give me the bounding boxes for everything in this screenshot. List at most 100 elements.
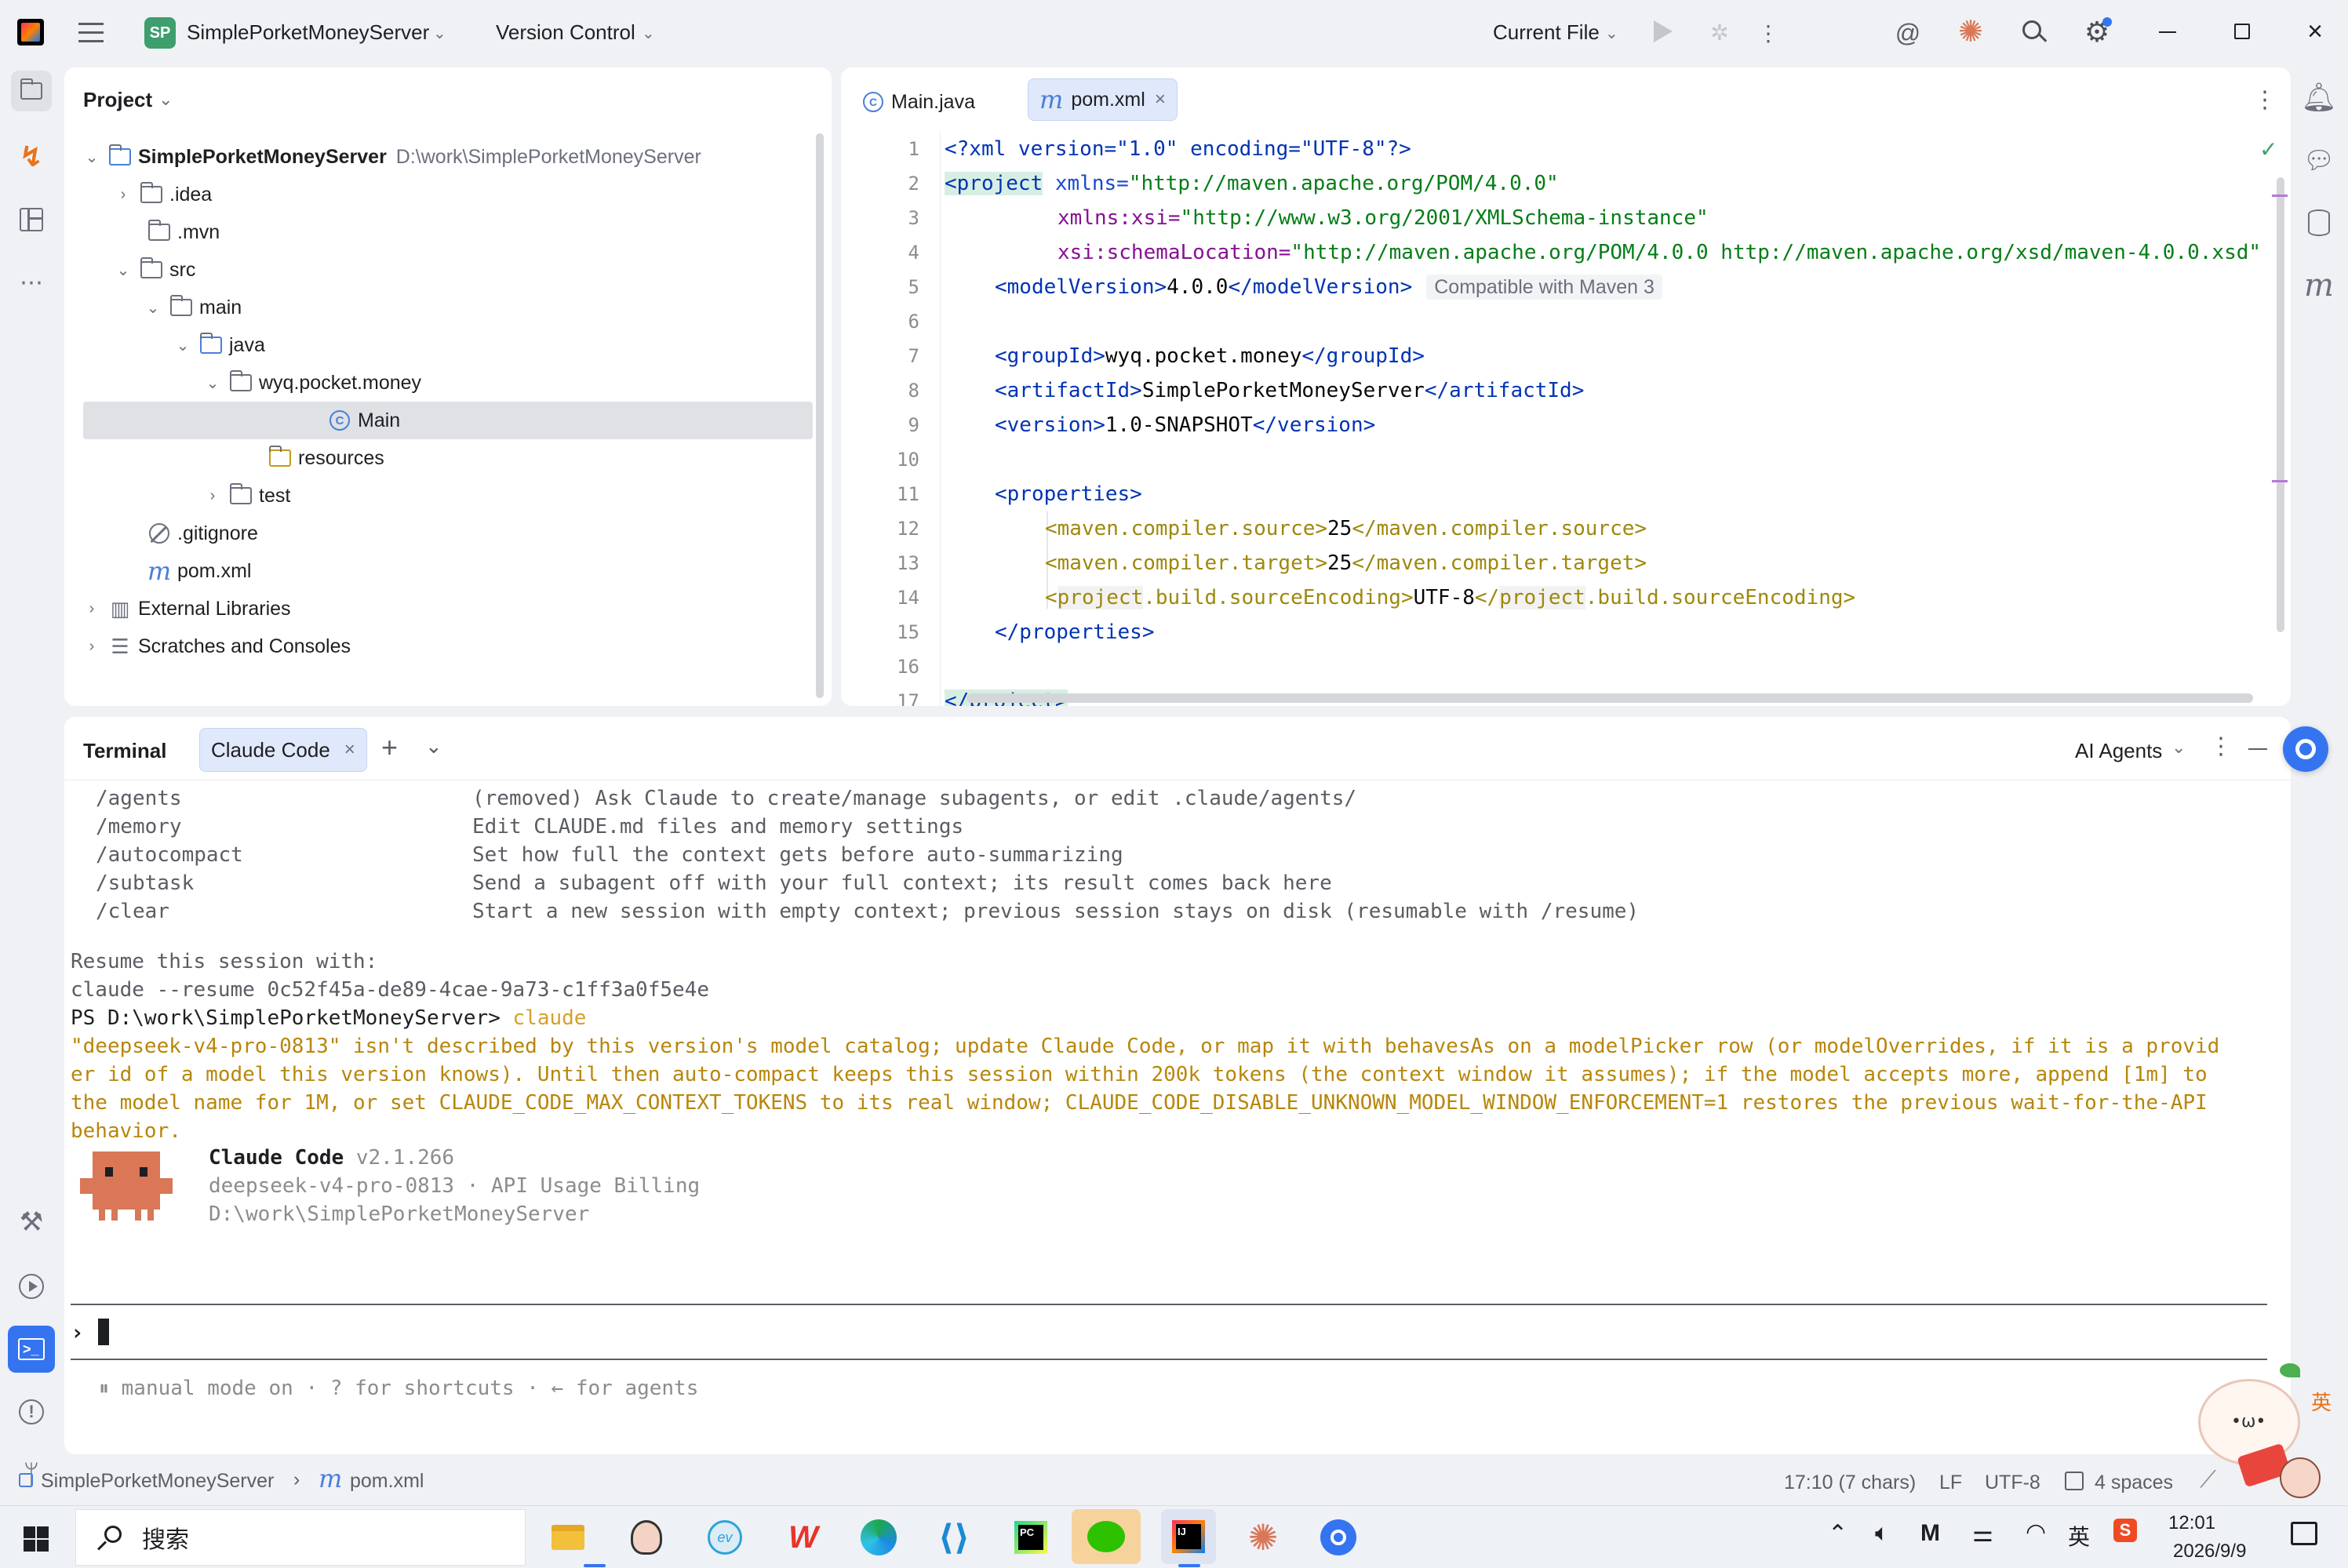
chevron-right-icon[interactable]: › bbox=[204, 487, 221, 504]
tray-chevron-up-icon[interactable]: ⌃ bbox=[1828, 1520, 1847, 1548]
ime-indicator[interactable]: 英 bbox=[2311, 1387, 2332, 1416]
minimize-icon[interactable] bbox=[2159, 31, 2176, 33]
chevron-down-icon[interactable]: ⌄ bbox=[83, 148, 100, 166]
maven-icon[interactable]: m bbox=[2299, 265, 2339, 306]
tree-item-test[interactable]: › test bbox=[64, 477, 849, 515]
tabs-dropdown-chevron-down-icon[interactable]: ⌄ bbox=[425, 734, 442, 759]
chevron-right-icon[interactable]: › bbox=[83, 638, 100, 655]
ai-tool-icon[interactable]: ↯ bbox=[11, 136, 52, 177]
chevron-right-icon[interactable]: › bbox=[83, 600, 100, 617]
tree-item-pom[interactable]: m pom.xml bbox=[64, 552, 849, 590]
services-run-icon[interactable] bbox=[11, 1266, 52, 1307]
ai-chat-icon[interactable]: 💬︎ bbox=[2299, 140, 2339, 180]
tree-item-gitignore[interactable]: .gitignore bbox=[64, 515, 849, 552]
editor-more-icon[interactable]: ⋮ bbox=[2253, 86, 2277, 114]
run-config-chevron-down-icon[interactable]: ⌄ bbox=[1605, 24, 1618, 43]
chevron-down-icon[interactable]: ⌄ bbox=[144, 299, 162, 317]
project-panel-title[interactable]: Project bbox=[83, 88, 152, 112]
edge-browser-icon[interactable] bbox=[855, 1514, 902, 1561]
project-tool-folder-icon[interactable] bbox=[11, 71, 52, 111]
ev-recorder-icon[interactable]: ev bbox=[701, 1514, 748, 1561]
main-menu-icon[interactable] bbox=[78, 20, 104, 42]
chevron-down-icon[interactable]: ⌄ bbox=[115, 261, 132, 279]
terminal-tab-claude-code[interactable]: Claude Code × bbox=[199, 728, 367, 772]
caret-position[interactable]: 17:10 (7 chars) bbox=[1784, 1472, 1916, 1494]
tree-item-package[interactable]: ⌄ wyq.pocket.money bbox=[64, 364, 849, 402]
tree-item-external-libraries[interactable]: › ▥ External Libraries bbox=[64, 590, 849, 628]
database-icon[interactable] bbox=[2299, 202, 2339, 243]
restore-icon[interactable] bbox=[2234, 24, 2250, 39]
vcs-chevron-down-icon[interactable]: ⌄ bbox=[642, 24, 655, 43]
tree-item-main[interactable]: ⌄ main bbox=[64, 289, 849, 326]
notification-center-icon[interactable] bbox=[2291, 1522, 2317, 1545]
file-encoding[interactable]: UTF-8 bbox=[1985, 1472, 2040, 1494]
code-area[interactable]: <?xml version="1.0" encoding="UTF-8"?> <… bbox=[945, 132, 2278, 706]
close-tab-icon[interactable]: × bbox=[344, 739, 355, 761]
ai-assistant-icon[interactable]: @ bbox=[1892, 17, 1924, 49]
terminal-title[interactable]: Terminal bbox=[83, 739, 166, 763]
editor-horizontal-scrollbar[interactable] bbox=[967, 693, 2253, 703]
run-config-selector[interactable]: Current File bbox=[1493, 20, 1600, 45]
editor-tab-main-java[interactable]: C Main.java bbox=[863, 82, 975, 122]
tree-item-mvn[interactable]: .mvn bbox=[64, 213, 849, 251]
build-hammer-icon[interactable]: ⚒ bbox=[11, 1202, 52, 1242]
line-separator[interactable]: LF bbox=[1939, 1472, 1962, 1494]
editor-tab-pom-xml[interactable]: m pom.xml × bbox=[1028, 78, 1178, 121]
windows-start-icon[interactable] bbox=[24, 1526, 49, 1552]
clock-date[interactable]: 2026/9/9 bbox=[2173, 1541, 2246, 1563]
tree-item-src[interactable]: ⌄ src bbox=[64, 251, 849, 289]
notifications-bell-icon[interactable]: 🔔︎ bbox=[2299, 77, 2339, 118]
project-view-chevron-down-icon[interactable]: ⌄ bbox=[158, 89, 173, 110]
terminal-tool-icon[interactable]: >_ bbox=[8, 1326, 55, 1373]
wifi-icon[interactable]: ◠ bbox=[2026, 1519, 2046, 1546]
volume-icon[interactable]: 🔈︎ bbox=[1875, 1520, 1889, 1547]
avatar-app-icon[interactable] bbox=[623, 1514, 670, 1561]
indent-settings[interactable]: 4 spaces bbox=[2095, 1472, 2173, 1494]
more-tools-icon[interactable]: ⋯ bbox=[11, 262, 52, 303]
intellij-logo-icon[interactable] bbox=[17, 19, 44, 45]
project-name[interactable]: SimplePorketMoneyServer bbox=[187, 20, 429, 45]
new-tab-plus-icon[interactable]: + bbox=[381, 731, 398, 764]
ai-agents-selector[interactable]: AI Agents bbox=[2075, 739, 2162, 763]
project-chevron-down-icon[interactable]: ⌄ bbox=[433, 24, 446, 43]
search-icon[interactable] bbox=[2021, 19, 2048, 45]
tree-item-resources[interactable]: resources bbox=[64, 439, 849, 477]
clock-time[interactable]: 12:01 bbox=[2168, 1512, 2215, 1534]
tree-item-main-class[interactable]: C Main bbox=[83, 402, 813, 439]
structure-tool-icon[interactable] bbox=[11, 199, 52, 240]
tree-item-root[interactable]: ⌄ SimplePorketMoneyServer D:\work\Simple… bbox=[64, 138, 849, 176]
chevron-down-icon[interactable]: ⌄ bbox=[174, 337, 191, 355]
wechat-icon[interactable] bbox=[1072, 1509, 1141, 1564]
close-window-icon[interactable]: × bbox=[2303, 16, 2327, 46]
problems-icon[interactable]: ! bbox=[11, 1392, 52, 1432]
ime-mode-icon[interactable]: 英 bbox=[2068, 1520, 2090, 1552]
pycharm-icon[interactable]: PC bbox=[1007, 1514, 1054, 1561]
claude-icon[interactable]: ✺ bbox=[1955, 16, 1986, 49]
hide-panel-minimize-icon[interactable] bbox=[2248, 748, 2267, 750]
vscode-icon[interactable]: ⟨⟩ bbox=[930, 1514, 977, 1561]
tree-item-idea[interactable]: › .idea bbox=[64, 176, 849, 213]
intellij-taskbar-icon[interactable]: IJ bbox=[1161, 1509, 1216, 1564]
chevron-right-icon[interactable]: › bbox=[115, 186, 132, 203]
sogou-ime-icon[interactable]: S bbox=[2113, 1519, 2137, 1542]
tree-item-scratches[interactable]: › ☰ Scratches and Consoles bbox=[64, 628, 849, 665]
more-actions-icon[interactable]: ⋮ bbox=[1757, 17, 1779, 49]
file-explorer-icon[interactable] bbox=[544, 1514, 592, 1561]
close-tab-icon[interactable]: × bbox=[1155, 89, 1166, 111]
ai-agent-floating-button[interactable] bbox=[2283, 726, 2328, 772]
tray-sliders-icon[interactable]: ⚌ bbox=[1972, 1520, 1993, 1548]
project-scrollbar[interactable] bbox=[816, 133, 824, 698]
terminal-more-icon[interactable]: ⋮ bbox=[2209, 733, 2233, 760]
ai-agents-chevron-down-icon[interactable]: ⌄ bbox=[2171, 737, 2186, 758]
run-icon[interactable] bbox=[1654, 20, 1673, 42]
breadcrumb-file[interactable]: pom.xml bbox=[350, 1470, 424, 1493]
claude-taskbar-icon[interactable]: ✺ bbox=[1240, 1514, 1287, 1561]
chevron-down-icon[interactable]: ⌄ bbox=[204, 374, 221, 392]
ai-agent-taskbar-icon[interactable] bbox=[1315, 1514, 1362, 1561]
editor-vertical-scrollbar[interactable] bbox=[2277, 177, 2284, 632]
wps-office-icon[interactable]: W bbox=[780, 1514, 827, 1561]
taskbar-search-box[interactable]: 搜索 bbox=[75, 1509, 526, 1566]
version-control-menu[interactable]: Version Control bbox=[496, 20, 635, 45]
tray-app-m-icon[interactable]: M bbox=[1920, 1520, 1940, 1547]
tree-item-java[interactable]: ⌄ java bbox=[64, 326, 849, 364]
